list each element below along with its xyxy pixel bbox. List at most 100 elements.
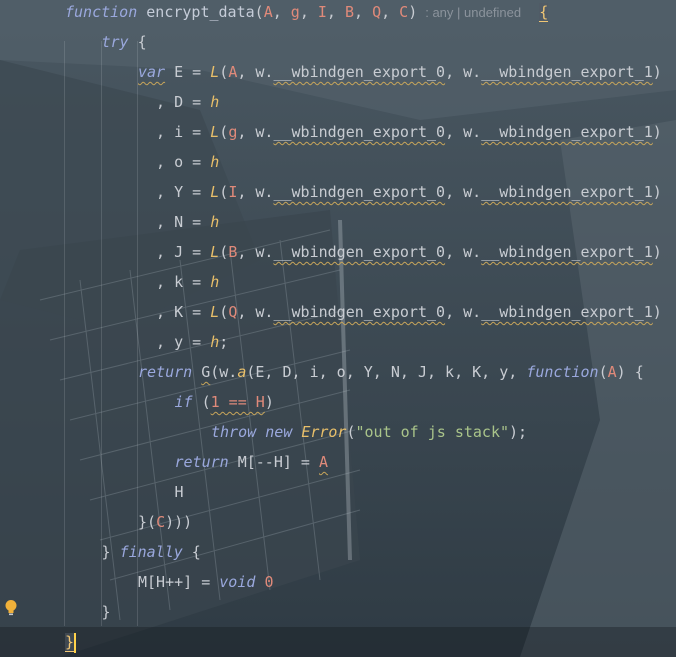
code-token: , o = bbox=[138, 153, 211, 171]
code-token: B bbox=[228, 243, 238, 261]
code-line[interactable]: } finally { bbox=[0, 537, 676, 567]
code-token: , w. bbox=[237, 123, 274, 141]
code-line[interactable]: return G(w.a(E, D, i, o, Y, N, J, k, K, … bbox=[0, 357, 676, 387]
code-text: return G(w.a(E, D, i, o, Y, N, J, k, K, … bbox=[138, 357, 644, 387]
code-token: ( bbox=[219, 183, 229, 201]
code-text: var E = L(A, w.__wbindgen_export_0, w.__… bbox=[138, 57, 662, 87]
code-text: , k = h bbox=[138, 267, 219, 297]
code-token: ( bbox=[192, 393, 211, 411]
code-line[interactable]: var E = L(A, w.__wbindgen_export_0, w.__… bbox=[0, 57, 676, 87]
code-token: , bbox=[272, 3, 291, 21]
code-token: ) bbox=[264, 393, 274, 411]
code-text: , K = L(Q, w.__wbindgen_export_0, w.__wb… bbox=[138, 297, 662, 327]
code-token: ( bbox=[219, 243, 229, 261]
code-token: , w. bbox=[445, 183, 482, 201]
code-text: throw new Error("out of js stack"); bbox=[211, 417, 527, 447]
code-token: encrypt_data bbox=[146, 3, 255, 21]
code-token: __wbindgen_export_0 bbox=[273, 243, 446, 261]
code-line[interactable]: H bbox=[0, 477, 676, 507]
code-token: C bbox=[156, 513, 166, 531]
code-line[interactable]: , N = h bbox=[0, 207, 676, 237]
code-token: if bbox=[174, 393, 193, 411]
code-token: __wbindgen_export_0 bbox=[273, 63, 446, 81]
code-token: B bbox=[344, 3, 354, 21]
code-text: try { bbox=[102, 27, 147, 57]
code-token: (E, D, i, o, Y, N, J, k, K, y, bbox=[246, 363, 527, 381]
code-token: ( bbox=[219, 63, 229, 81]
code-token: , w. bbox=[237, 183, 274, 201]
code-token: ) bbox=[652, 303, 662, 321]
code-token: , D = bbox=[138, 93, 211, 111]
code-token: g bbox=[290, 3, 300, 21]
code-line[interactable]: , D = h bbox=[0, 87, 676, 117]
code-token: Q bbox=[372, 3, 382, 21]
code-line[interactable]: , K = L(Q, w.__wbindgen_export_0, w.__wb… bbox=[0, 297, 676, 327]
code-line[interactable]: try { bbox=[0, 27, 676, 57]
code-token: , w. bbox=[445, 243, 482, 261]
code-token: } bbox=[101, 543, 120, 561]
code-token: ( bbox=[219, 123, 229, 141]
code-line[interactable]: return M[--H] = A bbox=[0, 447, 676, 477]
code-text: , D = h bbox=[138, 87, 219, 117]
code-line[interactable]: , J = L(B, w.__wbindgen_export_0, w.__wb… bbox=[0, 237, 676, 267]
code-line[interactable]: , Y = L(I, w.__wbindgen_export_0, w.__wb… bbox=[0, 177, 676, 207]
code-token: ) bbox=[408, 3, 418, 21]
code-token: ); bbox=[509, 423, 528, 441]
code-text: return M[--H] = A bbox=[175, 447, 329, 477]
code-text: if (1 == H) bbox=[175, 387, 274, 417]
code-line[interactable]: if (1 == H) bbox=[0, 387, 676, 417]
code-text: , N = h bbox=[138, 207, 219, 237]
code-line[interactable]: , k = h bbox=[0, 267, 676, 297]
code-line[interactable]: M[H++] = void 0 bbox=[0, 567, 676, 597]
code-token: , K = bbox=[138, 303, 211, 321]
code-text: H bbox=[175, 477, 184, 507]
code-line[interactable]: } bbox=[0, 597, 676, 627]
code-token: C bbox=[399, 3, 409, 21]
code-token: Error bbox=[301, 423, 347, 441]
code-line[interactable]: }(C))) bbox=[0, 507, 676, 537]
code-token: function bbox=[526, 363, 599, 381]
lightbulb-icon[interactable] bbox=[4, 599, 18, 617]
code-token: throw bbox=[211, 423, 257, 441]
code-token: h bbox=[210, 333, 220, 351]
code-token: ( bbox=[254, 3, 264, 21]
code-token: ( bbox=[219, 303, 229, 321]
code-token: ) bbox=[652, 63, 662, 81]
code-line[interactable]: throw new Error("out of js stack"); bbox=[0, 417, 676, 447]
code-token: __wbindgen_export_1 bbox=[481, 63, 653, 81]
code-token: L bbox=[210, 303, 220, 321]
code-token: return bbox=[174, 453, 229, 471]
code-token: Q bbox=[228, 303, 238, 321]
code-token: h bbox=[210, 213, 220, 231]
code-token: I bbox=[317, 3, 327, 21]
code-token: , J = bbox=[138, 243, 211, 261]
code-line[interactable]: } bbox=[0, 627, 676, 657]
code-token: { bbox=[539, 3, 549, 22]
code-token: L bbox=[210, 63, 220, 81]
code-token: __wbindgen_export_1 bbox=[481, 303, 653, 321]
code-line[interactable]: , o = h bbox=[0, 147, 676, 177]
code-token: } bbox=[101, 603, 111, 621]
code-line[interactable]: , y = h; bbox=[0, 327, 676, 357]
code-text: } bbox=[102, 597, 111, 627]
code-editor[interactable]: function encrypt_data(A, g, I, B, Q, C):… bbox=[0, 0, 676, 657]
code-token: L bbox=[210, 123, 220, 141]
code-token: 1 == H bbox=[210, 393, 265, 411]
code-text: , o = h bbox=[138, 147, 219, 177]
code-token: (w. bbox=[210, 363, 238, 381]
code-token: "out of js stack" bbox=[355, 423, 510, 441]
code-token: , bbox=[381, 3, 400, 21]
code-line[interactable]: function encrypt_data(A, g, I, B, Q, C):… bbox=[0, 0, 676, 27]
code-token: __wbindgen_export_1 bbox=[481, 183, 653, 201]
code-token: , w. bbox=[445, 123, 482, 141]
code-line[interactable]: , i = L(g, w.__wbindgen_export_0, w.__wb… bbox=[0, 117, 676, 147]
code-token: 0 bbox=[264, 573, 274, 591]
code-token: A bbox=[607, 363, 617, 381]
code-token: , bbox=[299, 3, 318, 21]
code-token: , w. bbox=[237, 303, 274, 321]
code-token: h bbox=[210, 273, 220, 291]
code-token: ))) bbox=[165, 513, 193, 531]
